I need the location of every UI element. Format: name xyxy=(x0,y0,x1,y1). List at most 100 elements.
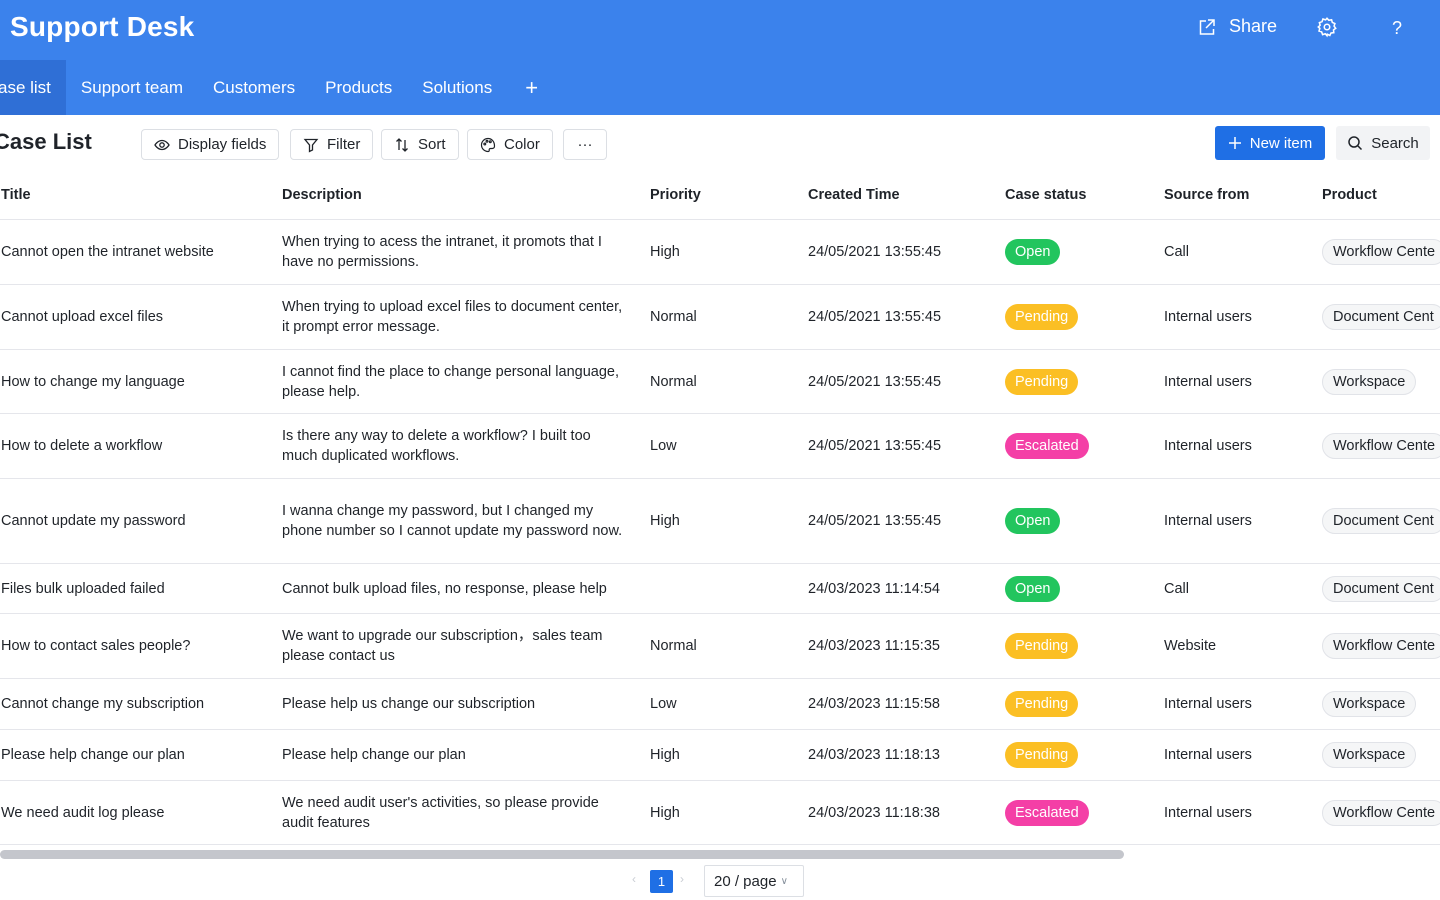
page-size-select[interactable]: 20 / page ∨ xyxy=(704,865,804,897)
col-header-description[interactable]: Description xyxy=(282,172,362,220)
color-button[interactable]: Color xyxy=(467,129,553,160)
row-created-time: 24/05/2021 13:55:45 xyxy=(808,414,988,478)
table-row[interactable]: Cannot open the intranet website When try… xyxy=(0,220,1440,285)
row-description: We want to upgrade our subscription，sale… xyxy=(282,614,627,678)
row-created-time: 24/03/2023 11:15:35 xyxy=(808,614,988,678)
scrollbar-thumb[interactable] xyxy=(0,850,1124,859)
help-button[interactable]: ? xyxy=(1385,16,1409,40)
table-row[interactable]: Files bulk uploaded failed Cannot bulk up… xyxy=(0,564,1440,614)
row-title-text: Cannot open the intranet website xyxy=(1,244,214,260)
share-button[interactable]: Share xyxy=(1197,16,1277,37)
col-header-created-time[interactable]: Created Time xyxy=(808,172,900,220)
row-source-from-text: Internal users xyxy=(1164,747,1252,763)
tab-products[interactable]: Products xyxy=(310,60,407,115)
next-page-button[interactable]: › xyxy=(680,872,684,886)
table-row[interactable]: How to change my language I cannot find t… xyxy=(0,350,1440,414)
tab-solutions[interactable]: Solutions xyxy=(407,60,507,115)
row-product: Workspace xyxy=(1322,730,1440,780)
row-source-from-text: Internal users xyxy=(1164,373,1252,390)
row-product: Workflow Cente xyxy=(1322,220,1440,284)
row-created-time-text: 24/05/2021 13:55:45 xyxy=(808,438,942,454)
row-product: Workflow Cente xyxy=(1322,414,1440,478)
case-table: Title Description Priority Created Time … xyxy=(0,172,1440,845)
row-created-time-text: 24/05/2021 13:55:45 xyxy=(808,244,942,260)
page-1-button[interactable]: 1 xyxy=(650,870,673,893)
product-tag: Workflow Cente xyxy=(1322,433,1440,459)
status-badge: Pending xyxy=(1005,633,1079,659)
table-row[interactable]: Cannot change my subscription Please help… xyxy=(0,679,1440,730)
row-description: I wanna change my password, but I change… xyxy=(282,479,627,563)
col-header-source-from[interactable]: Source from xyxy=(1164,172,1249,220)
row-source-from: Internal users xyxy=(1164,285,1314,349)
row-created-time: 24/03/2023 11:18:38 xyxy=(808,781,988,844)
display-fields-button[interactable]: Display fields xyxy=(141,129,280,160)
row-title-text: How to change my language xyxy=(1,373,185,390)
app-header: Support Desk Share ? ase list Support te… xyxy=(0,0,1440,115)
status-badge: Pending xyxy=(1005,691,1079,717)
row-created-time-text: 24/05/2021 13:55:45 xyxy=(808,513,942,529)
row-priority: Normal xyxy=(650,285,790,349)
settings-button[interactable] xyxy=(1316,16,1340,40)
horizontal-scrollbar[interactable] xyxy=(0,849,1440,860)
sort-label: Sort xyxy=(418,136,446,153)
table-row[interactable]: How to delete a workflow Is there any way… xyxy=(0,414,1440,479)
row-product: Workspace xyxy=(1322,350,1440,413)
table-row[interactable]: Please help change our plan Please help c… xyxy=(0,730,1440,781)
row-priority-text: High xyxy=(650,244,680,260)
table-row[interactable]: Cannot upload excel files When trying to … xyxy=(0,285,1440,350)
row-source-from: Call xyxy=(1164,564,1314,613)
search-label: Search xyxy=(1371,134,1419,152)
add-tab-button[interactable]: + xyxy=(507,60,556,115)
product-tag: Workflow Cente xyxy=(1322,799,1440,826)
prev-page-button[interactable]: ‹ xyxy=(632,872,636,886)
col-header-product[interactable]: Product xyxy=(1322,172,1377,220)
col-header-case-status[interactable]: Case status xyxy=(1005,172,1086,220)
row-product: Workspace xyxy=(1322,679,1440,729)
row-source-from: Internal users xyxy=(1164,414,1314,478)
status-badge: Escalated xyxy=(1005,433,1089,459)
view-toolbar: Case List Display fields Filter Sort Col… xyxy=(0,126,1440,162)
table-row[interactable]: Cannot update my password I wanna change … xyxy=(0,479,1440,564)
more-button[interactable]: ··· xyxy=(563,129,607,160)
row-description: When trying to upload excel files to doc… xyxy=(282,285,627,349)
row-title-text: Cannot update my password xyxy=(1,513,186,529)
status-badge: Open xyxy=(1005,575,1061,602)
status-badge: Pending xyxy=(1005,742,1079,768)
row-source-from: Internal users xyxy=(1164,479,1314,563)
row-product: Document Cent xyxy=(1322,285,1440,349)
row-description: Please help us change our subscription xyxy=(282,679,627,729)
eye-icon xyxy=(154,139,170,150)
pagination: ‹ 1 › 20 / page ∨ xyxy=(0,864,1440,898)
tab-case-list[interactable]: ase list xyxy=(0,60,66,115)
row-title: We need audit log please xyxy=(1,781,271,844)
table-row[interactable]: How to contact sales people? We want to u… xyxy=(0,614,1440,679)
row-source-from-text: Internal users xyxy=(1164,804,1252,821)
row-case-status: Pending xyxy=(1005,679,1155,729)
row-case-status: Open xyxy=(1005,564,1155,613)
row-title: How to delete a workflow xyxy=(1,414,271,478)
row-created-time-text: 24/05/2021 13:55:45 xyxy=(808,373,942,390)
col-header-priority[interactable]: Priority xyxy=(650,172,701,220)
row-title: Cannot open the intranet website xyxy=(1,220,271,284)
tab-support-team[interactable]: Support team xyxy=(66,60,198,115)
row-created-time-text: 24/05/2021 13:55:45 xyxy=(808,309,942,325)
row-title: How to contact sales people? xyxy=(1,614,271,678)
row-description: I cannot find the place to change person… xyxy=(282,350,627,413)
new-item-label: New item xyxy=(1249,134,1313,152)
row-title-text: Please help change our plan xyxy=(1,747,185,763)
sort-button[interactable]: Sort xyxy=(381,129,459,160)
tab-customers[interactable]: Customers xyxy=(198,60,310,115)
search-button[interactable]: Search xyxy=(1336,126,1430,160)
row-created-time: 24/05/2021 13:55:45 xyxy=(808,285,988,349)
row-case-status: Pending xyxy=(1005,614,1155,678)
row-priority-text: High xyxy=(650,513,680,529)
filter-button[interactable]: Filter xyxy=(290,129,374,160)
row-title: Please help change our plan xyxy=(1,730,271,780)
row-source-from: Internal users xyxy=(1164,730,1314,780)
col-header-title[interactable]: Title xyxy=(1,172,31,220)
new-item-button[interactable]: New item xyxy=(1215,126,1325,160)
row-priority: High xyxy=(650,730,790,780)
table-row[interactable]: We need audit log please We need audit us… xyxy=(0,781,1440,845)
page-size-value: 20 / page xyxy=(714,872,777,890)
row-priority-text: High xyxy=(650,804,680,821)
